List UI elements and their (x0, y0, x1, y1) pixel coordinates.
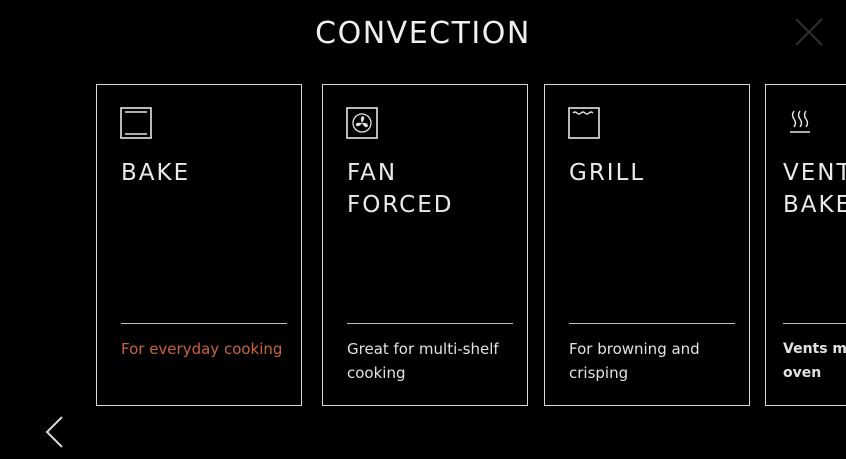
mode-card-vent-bake[interactable]: VENT BAKE Vents moisture from oven (765, 84, 846, 406)
mode-card-grill[interactable]: GRILL For browning and crisping (544, 84, 750, 406)
back-button[interactable] (42, 414, 66, 450)
mode-name: BAKE (121, 160, 191, 186)
divider (569, 323, 735, 324)
chevron-left-icon (45, 416, 63, 448)
mode-carousel: BAKE For everyday cooking FAN FORCED Gre… (0, 0, 846, 459)
mode-card-bake[interactable]: BAKE For everyday cooking (96, 84, 302, 406)
mode-description: For browning and crisping (569, 340, 700, 382)
grill-icon (567, 105, 603, 141)
fan-icon (345, 105, 381, 141)
mode-name: VENT BAKE (783, 160, 846, 218)
divider (783, 323, 846, 324)
divider (347, 323, 513, 324)
steam-vent-icon (788, 105, 824, 141)
divider (121, 323, 287, 324)
mode-name: FAN FORCED (347, 160, 454, 218)
mode-card-fan-forced[interactable]: FAN FORCED Great for multi-shelf cooking (322, 84, 528, 406)
mode-name: GRILL (569, 160, 646, 186)
mode-description: Great for multi-shelf cooking (347, 340, 499, 382)
mode-description: For everyday cooking (121, 340, 283, 358)
convection-screen: CONVECTION BAKE For everyday cooking FAN… (0, 0, 846, 459)
mode-description: Vents moisture from oven (783, 341, 846, 381)
bake-icon (119, 105, 155, 141)
